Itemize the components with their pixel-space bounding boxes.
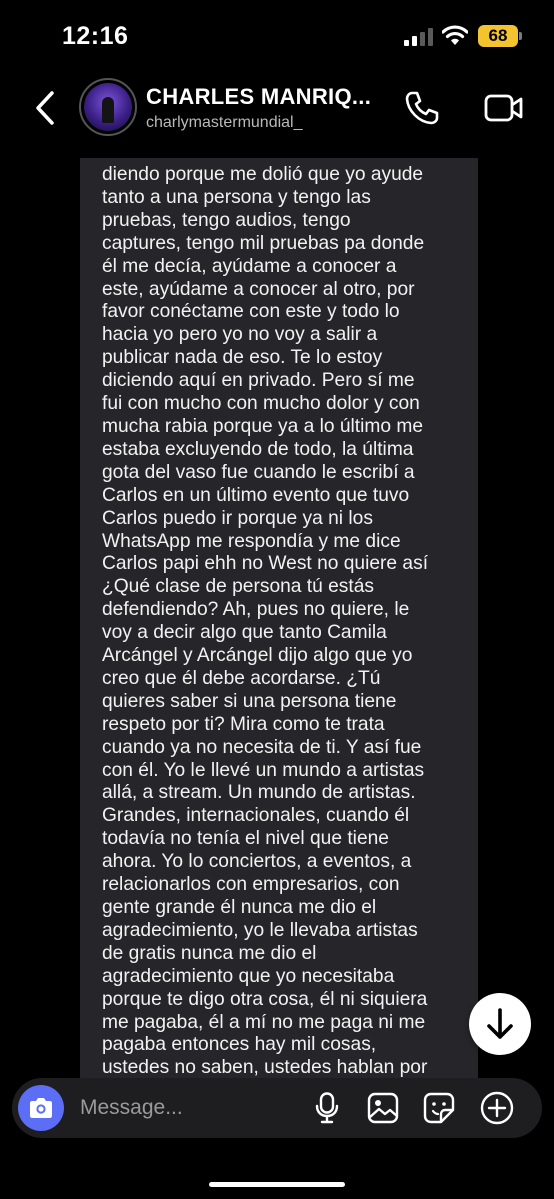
message-bubble[interactable]: diendo porque me dolió que yo ayude tant… bbox=[80, 158, 478, 1078]
arrow-down-icon bbox=[487, 1008, 513, 1039]
message-thread[interactable]: diendo porque me dolió que yo ayude tant… bbox=[0, 158, 554, 1078]
chat-header: CHARLES MANRIQ... charlymastermundial_ bbox=[0, 72, 554, 159]
plus-circle-icon[interactable] bbox=[480, 1091, 514, 1125]
message-input[interactable]: Message... bbox=[80, 1096, 183, 1120]
home-indicator[interactable] bbox=[209, 1182, 345, 1187]
video-camera-icon[interactable] bbox=[484, 92, 524, 124]
cellular-signal-icon bbox=[404, 28, 433, 46]
message-composer: Message... bbox=[12, 1078, 542, 1138]
profile-avatar[interactable] bbox=[79, 78, 137, 136]
microphone-icon[interactable] bbox=[315, 1092, 339, 1124]
image-icon[interactable] bbox=[367, 1092, 399, 1124]
battery-nub bbox=[519, 32, 522, 40]
battery-level: 68 bbox=[478, 25, 518, 47]
scroll-to-bottom-button[interactable] bbox=[469, 993, 531, 1055]
chevron-left-icon[interactable] bbox=[30, 90, 60, 126]
contact-name[interactable]: CHARLES MANRIQ... bbox=[146, 84, 371, 110]
sticker-icon[interactable] bbox=[423, 1092, 455, 1124]
avatar-image bbox=[84, 83, 132, 131]
camera-icon bbox=[30, 1098, 52, 1118]
phone-icon[interactable] bbox=[404, 90, 440, 126]
status-bar: 12:16 68 bbox=[0, 0, 554, 72]
message-text: diendo porque me dolió que yo ayude tant… bbox=[102, 164, 429, 1078]
camera-button[interactable] bbox=[18, 1085, 64, 1131]
wifi-icon bbox=[442, 25, 468, 45]
status-time: 12:16 bbox=[62, 22, 129, 50]
contact-username[interactable]: charlymastermundial_ bbox=[146, 114, 303, 132]
